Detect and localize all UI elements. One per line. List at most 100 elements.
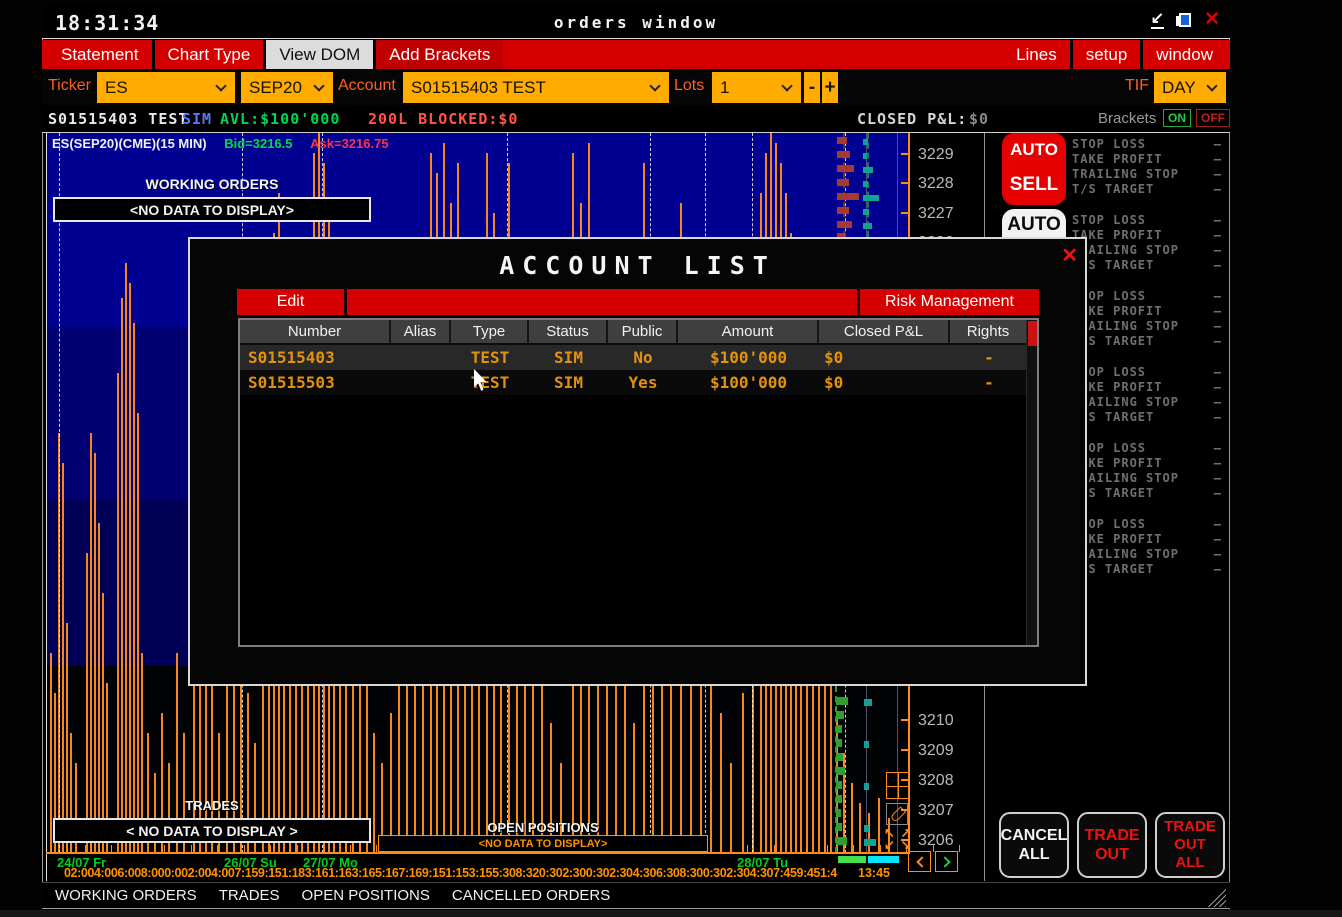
status-account: S01515403 TEST — [48, 110, 188, 128]
lots-increment-button[interactable]: + — [822, 72, 838, 103]
menu-bar: StatementChart TypeView DOMAdd Brackets … — [42, 40, 1230, 69]
table-cell: TEST — [451, 345, 529, 370]
risk-management-tab[interactable]: Risk Management — [857, 289, 1039, 315]
price-tick — [901, 153, 910, 155]
bracket-label: STOP LOSS — [1072, 137, 1146, 152]
menu-item-add-brackets[interactable]: Add Brackets — [376, 40, 503, 69]
menu-item-window[interactable]: window — [1143, 40, 1226, 69]
dom-buy-cell — [863, 223, 872, 229]
bracket-label: TRAILING STOP — [1072, 471, 1179, 486]
dom-buy-cell — [863, 195, 879, 201]
bottom-tab-bar: WORKING ORDERS TRADES OPEN POSITIONS CANCEL… — [42, 882, 1230, 908]
bottom-tab-working-orders[interactable]: WORKING ORDERS — [55, 887, 197, 904]
dom-green-cell — [836, 753, 843, 761]
tif-select[interactable]: DAY — [1154, 72, 1226, 103]
bracket-row: STOP LOSS– — [1072, 213, 1222, 228]
scrollbar[interactable] — [1026, 320, 1037, 645]
dom-green-cell — [836, 809, 841, 817]
table-cell: - — [950, 345, 1028, 370]
bracket-row: TAKE PROFIT– — [1072, 152, 1222, 167]
column-header-rights[interactable]: Rights — [950, 320, 1028, 343]
tif-label: TIF — [1125, 77, 1149, 95]
ticker-label: Ticker — [48, 77, 91, 95]
bracket-row: STOP LOSS– — [1072, 517, 1222, 532]
time-axis-line — [46, 852, 910, 854]
dom-green-cell — [836, 767, 845, 775]
ticker-select[interactable]: ES — [97, 72, 235, 103]
bracket-label: TRAILING STOP — [1072, 243, 1179, 258]
time-tick — [111, 845, 112, 852]
button-line: OUT — [1174, 836, 1206, 854]
lots-select[interactable]: 1 — [712, 72, 801, 103]
auto-sell-button[interactable]: AUTO SELL — [1002, 133, 1066, 205]
scroll-left-button[interactable] — [908, 851, 931, 872]
chevron-down-icon — [313, 80, 324, 91]
contract-select[interactable]: SEP20 — [241, 72, 333, 103]
tab-spacer — [347, 289, 857, 315]
bracket-value: – — [1214, 456, 1222, 471]
time-axis-labels: 02:004:006:008:000:002:004:007:159:151:1… — [64, 866, 856, 880]
brackets-off-button[interactable]: OFF — [1196, 109, 1230, 127]
status-blocked: 200L BLOCKED:$0 — [368, 110, 518, 128]
column-header-number[interactable]: Number — [240, 320, 391, 343]
trade-out-button[interactable]: TRADEOUT — [1077, 812, 1147, 878]
scroll-right-button[interactable] — [935, 851, 958, 872]
dom-sell-cell — [837, 221, 852, 228]
price-spike — [94, 453, 96, 853]
table-row[interactable]: S01515503TESTSIMYes$100'000$0- — [240, 370, 1037, 395]
close-icon[interactable]: ✕ — [1204, 11, 1220, 29]
dom-green-cell — [836, 837, 847, 845]
column-header-public[interactable]: Public — [608, 320, 678, 343]
table-cell: $0 — [819, 345, 950, 370]
price-label: 3206 — [918, 832, 954, 850]
dialog-close-icon[interactable]: ✕ — [1061, 243, 1078, 268]
button-line: TRADE — [1164, 818, 1216, 836]
price-spike — [117, 373, 119, 853]
price-tick — [901, 212, 910, 214]
brackets-on-button[interactable]: ON — [1163, 109, 1191, 127]
bracket-value: – — [1214, 167, 1222, 182]
column-header-status[interactable]: Status — [529, 320, 608, 343]
bottom-tab-trades[interactable]: TRADES — [219, 887, 280, 904]
edit-tab[interactable]: Edit — [237, 289, 347, 315]
price-spike — [859, 803, 861, 853]
closed-pl-label: CLOSED P&L: — [857, 110, 967, 128]
window-title: orders window — [42, 13, 1230, 32]
menu-item-lines[interactable]: Lines — [1003, 40, 1070, 69]
bottom-tab-open-positions[interactable]: OPEN POSITIONS — [302, 887, 430, 904]
menu-item-setup[interactable]: setup — [1073, 40, 1141, 69]
grid-view-icon[interactable] — [886, 772, 910, 799]
menu-item-chart-type[interactable]: Chart Type — [155, 40, 264, 69]
time-tick — [933, 845, 934, 852]
column-header-type[interactable]: Type — [451, 320, 529, 343]
expand-icon[interactable]: ↖ ↗↙ ↘ — [884, 827, 912, 853]
restore-icon[interactable] — [1176, 12, 1192, 28]
bracket-label: STOP LOSS — [1072, 213, 1146, 228]
dom-buy-cell — [863, 139, 868, 145]
bracket-row: TRAILING STOP– — [1072, 243, 1222, 258]
table-row[interactable]: S01515403TESTSIMNo$100'000$0- — [240, 345, 1037, 370]
time-tick — [880, 845, 881, 852]
scrollbar-thumb[interactable] — [1028, 321, 1037, 346]
menu-item-statement[interactable]: Statement — [48, 40, 152, 69]
price-spike — [390, 713, 392, 853]
price-label: 3210 — [918, 712, 954, 730]
trade-out-all-button[interactable]: TRADEOUTALL — [1155, 812, 1225, 878]
bracket-label: TAKE PROFIT — [1072, 152, 1162, 167]
bracket-row: TAKE PROFIT– — [1072, 228, 1222, 243]
column-header-alias[interactable]: Alias — [391, 320, 451, 343]
draw-tool-button[interactable] — [886, 803, 908, 825]
dom-buy-cell — [863, 181, 868, 187]
column-header-amount[interactable]: Amount — [678, 320, 819, 343]
lots-decrement-button[interactable]: - — [804, 72, 820, 103]
time-tick — [747, 845, 748, 852]
button-line: OUT — [1095, 845, 1129, 864]
menu-item-view-dom[interactable]: View DOM — [266, 40, 373, 69]
price-spike — [90, 433, 92, 853]
bottom-tab-cancelled-orders[interactable]: CANCELLED ORDERS — [452, 887, 610, 904]
account-select[interactable]: S01515403 TEST — [403, 72, 669, 103]
dom-sell-cell — [837, 165, 854, 172]
cancel-all-button[interactable]: CANCELALL — [999, 812, 1069, 878]
minimize-icon[interactable]: ↙ — [1151, 11, 1164, 29]
column-header-closed-p-l[interactable]: Closed P&L — [819, 320, 950, 343]
